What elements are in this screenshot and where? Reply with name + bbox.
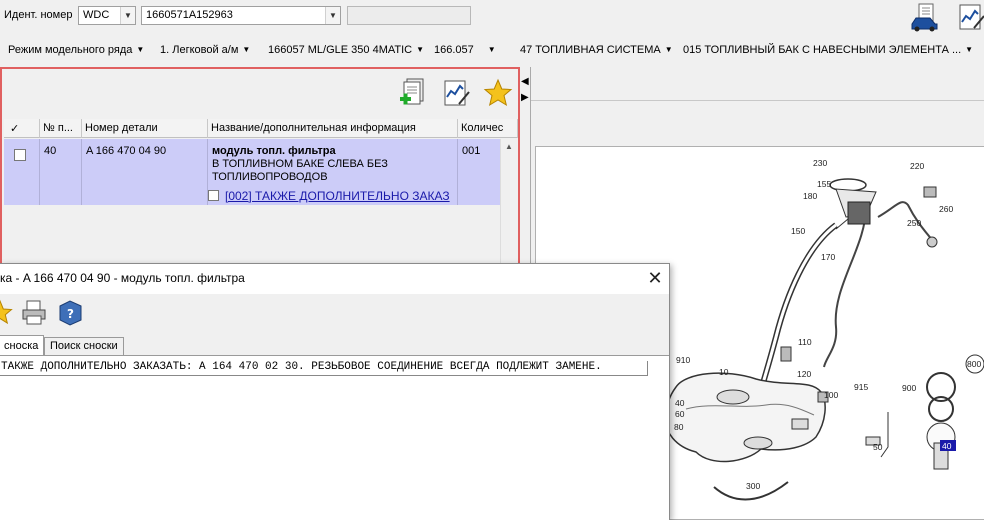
extra-field — [347, 6, 471, 25]
column-qty[interactable]: Количес — [458, 119, 518, 138]
row-name-line2: В ТОПЛИВНОМ БАКЕ СЛЕВА БЕЗ — [212, 158, 388, 170]
callout-100[interactable]: 100 — [824, 390, 838, 400]
callout-80[interactable]: 80 — [674, 422, 684, 432]
callout-230[interactable]: 230 — [813, 158, 827, 168]
breadcrumb-subgroup[interactable]: 015 ТОПЛИВНЫЙ БАК С НАВЕСНЫМИ ЭЛЕМЕНТА .… — [683, 44, 973, 56]
callout-155[interactable]: 155 — [817, 179, 831, 189]
chart-edit-icon[interactable] — [440, 77, 472, 109]
callout-60[interactable]: 60 — [675, 409, 685, 419]
column-check[interactable]: ✓ — [4, 119, 40, 138]
printer-icon[interactable] — [20, 298, 48, 326]
close-icon[interactable]: ✕ — [645, 267, 665, 289]
row-pos: 40 — [40, 139, 82, 205]
callout-10[interactable]: 10 — [719, 367, 729, 377]
callout-150[interactable]: 150 — [791, 226, 805, 236]
footnote-text: ТАКЖЕ ДОПОЛНИТЕЛЬНО ЗАКАЗАТЬ: A 164 470 … — [0, 361, 648, 376]
callout-40[interactable]: 40 — [675, 398, 685, 408]
top-toolbar: Идент. номер WDC ▼ 1660571A152963 ▼ — [0, 0, 984, 34]
callout-800[interactable]: 800 — [967, 359, 981, 369]
breadcrumb-chassis[interactable]: 166.057 ▼ — [434, 44, 496, 56]
document-icon — [208, 190, 219, 201]
footnote-dialog: ка - A 166 470 04 90 - модуль топл. филь… — [0, 263, 670, 520]
vehicle-report-icon[interactable] — [910, 2, 940, 32]
callout-260[interactable]: 260 — [939, 204, 953, 214]
tab-footnote[interactable]: сноска — [0, 335, 45, 355]
chart-edit-icon[interactable] — [956, 2, 984, 32]
help-book-icon[interactable]: ? — [56, 298, 84, 326]
scroll-up-icon[interactable]: ▲ — [501, 139, 517, 155]
add-to-list-icon[interactable] — [398, 77, 430, 109]
callout-180[interactable]: 180 — [803, 191, 817, 201]
row-part-number: A 166 470 04 90 — [82, 139, 208, 205]
row-checkbox[interactable] — [14, 149, 26, 161]
breadcrumb-group[interactable]: 47 ТОПЛИВНАЯ СИСТЕМА ▼ — [520, 44, 673, 56]
svg-text:?: ? — [67, 307, 74, 321]
breadcrumb-model[interactable]: 166057 ML/GLE 350 4MATIC ▼ — [268, 44, 424, 56]
dialog-body: ? сноска Поиск сноски ТАКЖЕ ДОПОЛНИТЕЛЬН… — [0, 294, 669, 520]
callout-910[interactable]: 910 — [676, 355, 690, 365]
callout-120[interactable]: 120 — [797, 369, 811, 379]
chevron-down-icon[interactable]: ▼ — [120, 7, 135, 24]
footnote-link[interactable]: [002] ТАКЖЕ ДОПОЛНИТЕЛЬНО ЗАКАЗ — [208, 189, 450, 203]
ident-prefix-value: WDC — [83, 9, 110, 21]
callout-110[interactable]: 110 — [798, 337, 812, 347]
row-name-line3: ТОПЛИВОПРОВОДОВ — [212, 171, 328, 183]
table-row[interactable]: 40 A 166 470 04 90 модуль топл. фильтра … — [4, 139, 500, 205]
callout-900[interactable]: 900 — [902, 383, 916, 393]
callout-50[interactable]: 50 — [873, 442, 883, 452]
footnote-content: ТАКЖЕ ДОПОЛНИТЕЛЬНО ЗАКАЗАТЬ: A 164 470 … — [0, 355, 669, 520]
breadcrumb-mode[interactable]: Режим модельного ряда ▼ — [8, 44, 144, 56]
star-icon[interactable] — [482, 77, 514, 109]
drawing-toolbar — [531, 67, 984, 101]
breadcrumb-vehicle-class[interactable]: 1. Легковой а/м ▼ — [160, 44, 250, 56]
callout-300[interactable]: 300 — [746, 481, 760, 491]
dialog-title: ка - A 166 470 04 90 - модуль топл. филь… — [0, 271, 245, 285]
chevron-down-icon[interactable]: ▼ — [325, 7, 340, 24]
ident-prefix-select[interactable]: WDC ▼ — [78, 6, 136, 25]
chevron-left-icon[interactable]: ◀ — [521, 74, 529, 90]
star-icon[interactable] — [0, 298, 14, 326]
splitter-toggle[interactable]: ◀ ▶ — [521, 74, 529, 106]
breadcrumb: Режим модельного ряда ▼ 1. Легковой а/м ▼ … — [0, 38, 984, 62]
chevron-down-icon: ▼ — [416, 45, 425, 54]
tab-footnote-search[interactable]: Поиск сноски — [44, 337, 124, 355]
callout-170[interactable]: 170 — [821, 252, 835, 262]
chevron-down-icon: ▼ — [136, 45, 145, 54]
table-header: ✓ № п... Номер детали Название/дополните… — [4, 119, 518, 138]
column-part-number[interactable]: Номер детали — [82, 119, 208, 138]
ident-number-combo[interactable]: 1660571A152963 ▼ — [141, 6, 341, 25]
callout-highlight-label[interactable]: 40 — [942, 441, 952, 451]
ident-label: Идент. номер — [4, 9, 73, 21]
chevron-down-icon: ▼ — [487, 45, 496, 54]
callout-250[interactable]: 250 — [907, 218, 921, 228]
row-qty: 001 — [462, 145, 481, 157]
callout-220[interactable]: 220 — [910, 161, 924, 171]
row-name-bold: модуль топл. фильтра — [212, 145, 336, 157]
callout-915[interactable]: 915 — [854, 382, 868, 392]
column-name[interactable]: Название/дополнительная информация — [208, 119, 458, 138]
column-pos[interactable]: № п... — [40, 119, 82, 138]
chevron-right-icon[interactable]: ▶ — [521, 90, 529, 106]
ident-number-value: 1660571A152963 — [146, 9, 233, 21]
chevron-down-icon: ▼ — [664, 45, 673, 54]
chevron-down-icon: ▼ — [242, 45, 251, 54]
chevron-down-icon: ▼ — [965, 45, 974, 54]
